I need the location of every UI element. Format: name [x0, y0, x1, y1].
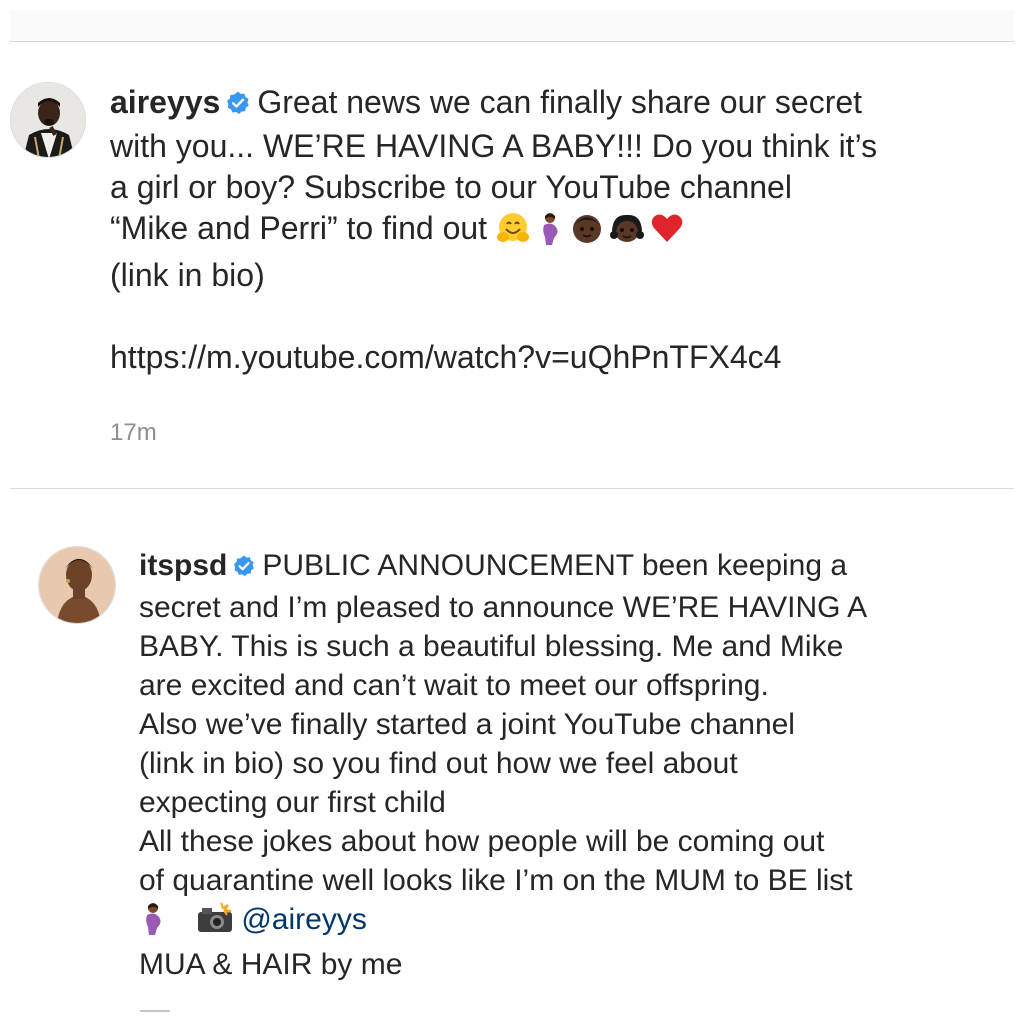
- comment-line: BABY. This is such a beautiful blessing.…: [139, 630, 844, 663]
- hugging-face-icon: [496, 211, 530, 255]
- username-link[interactable]: itspsd: [139, 549, 227, 582]
- avatar-aireyys[interactable]: [10, 82, 86, 158]
- verified-badge-icon: [232, 549, 256, 588]
- comment-line: MUA & HAIR by me: [139, 948, 403, 981]
- comment-line: PUBLIC ANNOUNCEMENT been keeping a: [262, 549, 848, 582]
- timestamp-cutoff: [140, 1010, 170, 1012]
- timestamp[interactable]: 17m: [110, 419, 157, 447]
- comment-line: All these jokes about how people will be…: [139, 825, 825, 858]
- comment-line: (link in bio): [110, 257, 265, 293]
- camera-flash-icon: [195, 901, 235, 945]
- comment-line: are excited and can’t wait to meet our o…: [139, 669, 769, 702]
- username-link[interactable]: aireyys: [110, 84, 220, 120]
- comment-line: Also we’ve finally started a joint YouTu…: [139, 708, 795, 741]
- comment-line: Great news we can finally share our secr…: [257, 84, 863, 120]
- comment-line: a girl or boy? Subscribe to our YouTube …: [110, 169, 792, 205]
- red-heart-icon: [650, 211, 684, 255]
- top-bar: [10, 10, 1014, 42]
- avatar-itspsd[interactable]: [38, 546, 116, 624]
- comment-line: with you... WE’RE HAVING A BABY!!! Do yo…: [110, 128, 878, 164]
- comment-line: expecting our first child: [139, 786, 446, 819]
- pregnant-woman-icon: [139, 901, 167, 945]
- comment-text: aireyys Great news we can finally share o…: [110, 82, 877, 378]
- pregnant-woman-icon: [536, 211, 564, 255]
- video-link[interactable]: https://m.youtube.com/watch?v=uQhPnTFX4c…: [110, 337, 877, 378]
- comment-line: of quarantine well looks like I’m on the…: [139, 864, 853, 897]
- comment-divider: [10, 488, 1014, 489]
- comment-line: (link in bio) so you find out how we fee…: [139, 747, 738, 780]
- comment-text: itspsd PUBLIC ANNOUNCEMENT been keeping a…: [139, 546, 867, 984]
- comment-line: “Mike and Perri” to find out: [110, 210, 488, 246]
- comment-line: secret and I’m pleased to announce WE’RE…: [139, 591, 868, 624]
- boy-face-icon: [570, 211, 604, 255]
- verified-badge-icon: [225, 85, 251, 126]
- girl-face-icon: [609, 211, 644, 255]
- mention-link[interactable]: @aireyys: [241, 903, 366, 936]
